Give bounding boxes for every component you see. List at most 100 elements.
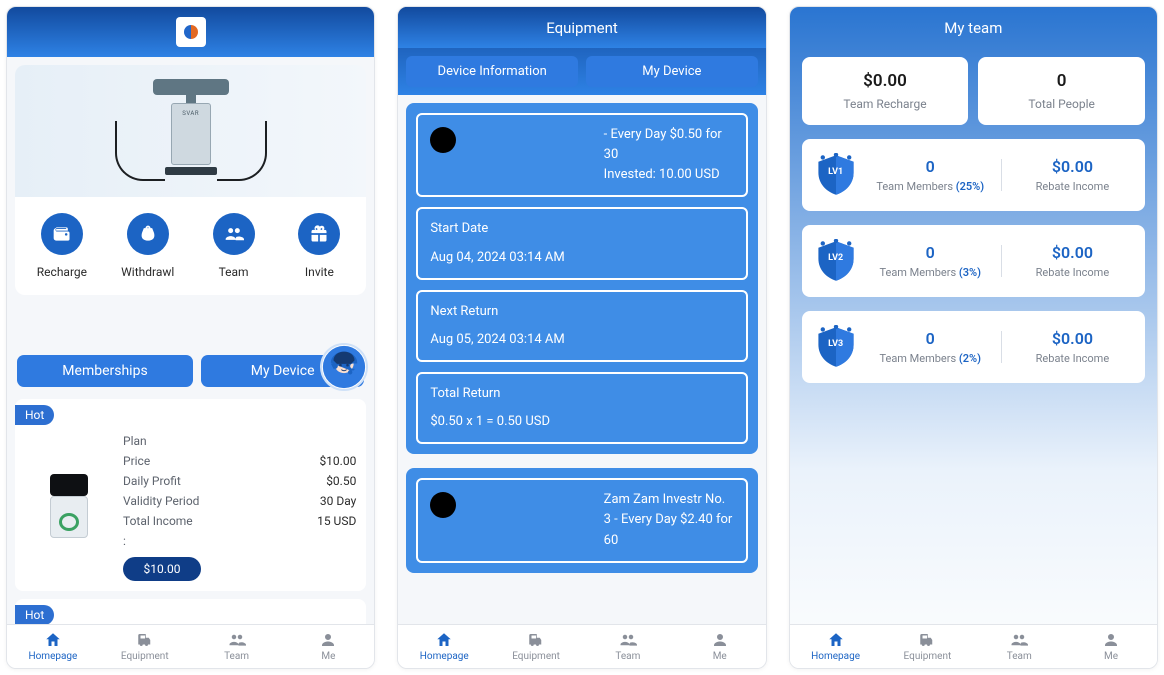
nav-team[interactable]: Team [191, 625, 283, 668]
nav-equipment[interactable]: Equipment [99, 625, 191, 668]
home-icon [827, 631, 845, 649]
team-icon [213, 213, 255, 255]
nav-label: Team [1007, 651, 1032, 662]
members-pct: (2%) [959, 352, 981, 365]
team-action[interactable]: Team [197, 213, 271, 279]
quick-actions: Recharge Withdrawl Team Invite [15, 197, 366, 295]
total-value: 15 USD [317, 514, 356, 528]
members-label: Team Members [879, 266, 956, 279]
invite-icon [298, 213, 340, 255]
nav-label: Me [1104, 651, 1118, 662]
divider [1001, 245, 1002, 277]
nav-homepage[interactable]: Homepage [790, 625, 882, 668]
nav-label: Equipment [904, 651, 952, 662]
recharge-icon [41, 213, 83, 255]
equipment-icon [918, 631, 936, 649]
level-card-lv3[interactable]: LV3 0 Team Members (2%) $0.00 Rebate Inc… [802, 311, 1145, 383]
members-value: 0 [868, 329, 993, 348]
divider [1001, 159, 1002, 191]
rebate-label: Rebate Income [1010, 352, 1135, 365]
members-value: 0 [868, 157, 993, 176]
support-float-icon[interactable] [320, 343, 368, 391]
device-card: - Every Day $0.50 for 30 Invested: 10.00… [406, 103, 757, 454]
plan-label: Plan [123, 434, 147, 448]
equipment-icon [527, 631, 545, 649]
next-value: Aug 05, 2024 03:14 AM [430, 330, 733, 350]
nav-label: Homepage [811, 651, 860, 662]
tab-device-info[interactable]: Device Information [406, 56, 578, 87]
device-total: Total Return $0.50 x 1 = 0.50 USD [416, 372, 747, 444]
nav-equipment[interactable]: Equipment [490, 625, 582, 668]
plan-card[interactable]: Hot Plan Price $10.00 Daily Profit $0.50 V… [15, 399, 366, 591]
validity-label: Validity Period [123, 494, 199, 508]
stat-label: Total People [986, 97, 1137, 111]
nav-label: Equipment [512, 651, 560, 662]
buy-button[interactable]: $10.00 [123, 557, 201, 581]
total-label: Total Return [430, 384, 733, 404]
nav-me[interactable]: Me [282, 625, 374, 668]
rebate-value: $0.00 [1010, 329, 1135, 348]
hero-image [15, 65, 366, 197]
nav-label: Team [224, 651, 249, 662]
withdraw-action[interactable]: Withdrawl [111, 213, 185, 279]
rebate-value: $0.00 [1010, 243, 1135, 262]
members-pct: (25%) [956, 180, 984, 193]
device-avatar [430, 492, 456, 518]
bottom-nav: Homepage Equipment Team Me [398, 624, 765, 668]
header-bar [7, 7, 374, 57]
tab-my-device[interactable]: My Device [586, 56, 758, 87]
nav-homepage[interactable]: Homepage [7, 625, 99, 668]
team-icon [619, 631, 637, 649]
device-summary-text: Zam Zam Investr No. 3 - Every Day $2.40 … [604, 490, 734, 550]
start-label: Start Date [430, 219, 733, 239]
next-label: Next Return [430, 302, 733, 322]
phone-my-team: My team $0.00 Team Recharge 0 Total Peop… [789, 6, 1158, 669]
nav-label: Equipment [121, 651, 169, 662]
rebate-value: $0.00 [1010, 157, 1135, 176]
validity-value: 30 Day [320, 494, 356, 508]
team-label: Team [219, 265, 249, 279]
level-card-lv2[interactable]: LV2 0 Team Members (3%) $0.00 Rebate Inc… [802, 225, 1145, 297]
nav-label: Homepage [420, 651, 469, 662]
page-title: Equipment [398, 7, 765, 48]
recharge-label: Recharge [37, 265, 87, 279]
plan-image [25, 407, 113, 581]
device-invested: Invested: 10.00 USD [604, 165, 734, 185]
level-card-lv1[interactable]: LV1 0 Team Members (25%) $0.00 Rebate In… [802, 139, 1145, 211]
hot-badge: Hot [15, 605, 54, 625]
divider [1001, 331, 1002, 363]
nav-team[interactable]: Team [582, 625, 674, 668]
me-icon [1102, 631, 1120, 649]
price-value: $10.00 [319, 454, 356, 468]
level-badge-icon: LV2 [812, 239, 860, 283]
hot-badge: Hot [15, 405, 54, 425]
nav-equipment[interactable]: Equipment [881, 625, 973, 668]
me-icon [711, 631, 729, 649]
nav-team[interactable]: Team [973, 625, 1065, 668]
team-icon [1010, 631, 1028, 649]
stat-team-recharge: $0.00 Team Recharge [802, 57, 969, 125]
home-icon [435, 631, 453, 649]
start-value: Aug 04, 2024 03:14 AM [430, 248, 733, 268]
members-value: 0 [868, 243, 993, 262]
device-summary-text: - Every Day $0.50 for 30 [604, 125, 734, 165]
stat-value: 0 [986, 71, 1137, 91]
app-logo [176, 17, 206, 47]
tab-memberships[interactable]: Memberships [17, 355, 193, 387]
invite-action[interactable]: Invite [282, 213, 356, 279]
nav-label: Me [321, 651, 335, 662]
phone-homepage: Recharge Withdrawl Team Invite Membershi… [6, 6, 375, 669]
daily-value: $0.50 [326, 474, 356, 488]
nav-label: Me [713, 651, 727, 662]
nav-me[interactable]: Me [674, 625, 766, 668]
nav-me[interactable]: Me [1065, 625, 1157, 668]
daily-label: Daily Profit [123, 474, 181, 488]
nav-homepage[interactable]: Homepage [398, 625, 490, 668]
invite-label: Invite [305, 265, 334, 279]
rebate-label: Rebate Income [1010, 180, 1135, 193]
team-icon [228, 631, 246, 649]
price-label: Price [123, 454, 150, 468]
withdraw-icon [127, 213, 169, 255]
recharge-action[interactable]: Recharge [25, 213, 99, 279]
withdraw-label: Withdrawl [121, 265, 174, 279]
